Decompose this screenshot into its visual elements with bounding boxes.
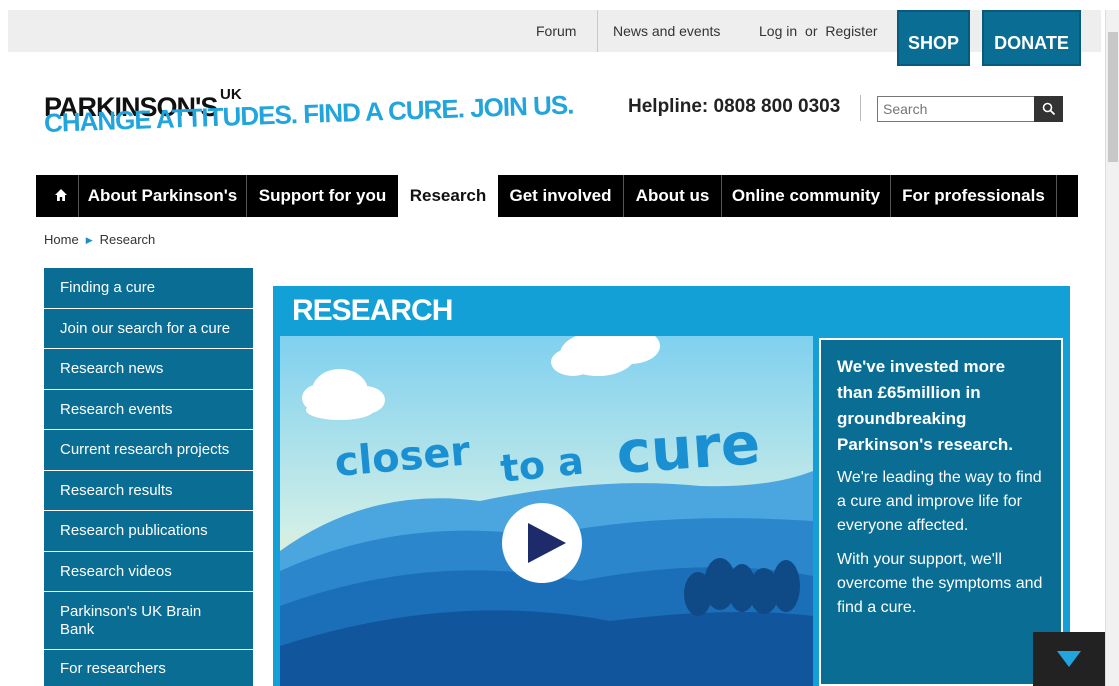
scroll-down-button[interactable] [1033,632,1105,686]
forum-link[interactable]: Forum [536,10,576,52]
search-icon [1042,102,1055,116]
nav-support-for-you[interactable]: Support for you [247,175,398,217]
register-link[interactable]: Register [825,23,877,39]
svg-text:to a: to a [498,438,585,490]
search-input[interactable] [877,96,1034,122]
nav-for-professionals[interactable]: For professionals [891,175,1056,217]
nav-about-us[interactable]: About us [624,175,721,217]
nav-get-involved[interactable]: Get involved [498,175,623,217]
sidebar-item-research-publications[interactable]: Research publications [44,511,253,552]
page: Forum News and events Log in or Register… [0,0,1119,686]
divider [597,10,598,52]
news-events-link[interactable]: News and events [613,10,720,52]
video-player[interactable]: closer to a cure [280,336,813,686]
sidebar-item-brain-bank[interactable]: Parkinson's UK Brain Bank [44,592,253,650]
nav-research[interactable]: Research [398,175,498,217]
arrow-down-icon [1057,651,1081,667]
sidebar-item-current-projects[interactable]: Current research projects [44,430,253,471]
play-button[interactable] [502,503,582,583]
login-register: Log in or Register [759,10,878,52]
sidebar-item-for-researchers[interactable]: For researchers [44,650,253,686]
sidebar-item-research-videos[interactable]: Research videos [44,552,253,592]
scrollbar[interactable] [1105,10,1119,686]
breadcrumb-home[interactable]: Home [44,232,79,247]
video-thumbnail: closer to a cure [280,336,813,686]
nav-home[interactable] [44,175,78,217]
info-box: We've invested more than £65million in g… [819,338,1063,686]
main-nav: About Parkinson's Support for you Resear… [36,175,1078,217]
divider [1056,175,1057,217]
login-link[interactable]: Log in [759,23,797,39]
donate-button[interactable]: DONATE [982,10,1081,66]
info-paragraph: With your support, we'll overcome the sy… [837,551,1043,616]
sidebar-item-finding-a-cure[interactable]: Finding a cure [44,268,253,309]
helpline: Helpline: 0808 800 0303 [628,96,841,117]
breadcrumb: Home ▶ Research [44,232,155,247]
shop-button[interactable]: SHOP [897,10,970,66]
info-paragraph: We're leading the way to find a cure and… [837,469,1042,534]
breadcrumb-current: Research [99,232,156,247]
search-button[interactable] [1034,96,1063,122]
divider [860,95,861,121]
svg-text:cure: cure [614,409,762,487]
research-hero: RESEARCH closer to a cure We've invested… [273,286,1070,686]
nav-online-community[interactable]: Online community [722,175,890,217]
home-icon [55,189,67,201]
sidebar-item-research-news[interactable]: Research news [44,349,253,390]
sidebar-item-join-search[interactable]: Join our search for a cure [44,309,253,349]
breadcrumb-arrow-icon: ▶ [85,235,93,245]
hero-title: RESEARCH [292,294,453,327]
info-heading: We've invested more than £65million in g… [837,357,1014,454]
nav-about-parkinsons[interactable]: About Parkinson's [79,175,246,217]
sidebar-item-research-results[interactable]: Research results [44,471,253,511]
or-text: or [805,23,818,39]
scrollbar-thumb[interactable] [1108,32,1118,162]
sidebar-nav: Finding a cure Join our search for a cur… [44,268,253,686]
sidebar-item-research-events[interactable]: Research events [44,390,253,430]
